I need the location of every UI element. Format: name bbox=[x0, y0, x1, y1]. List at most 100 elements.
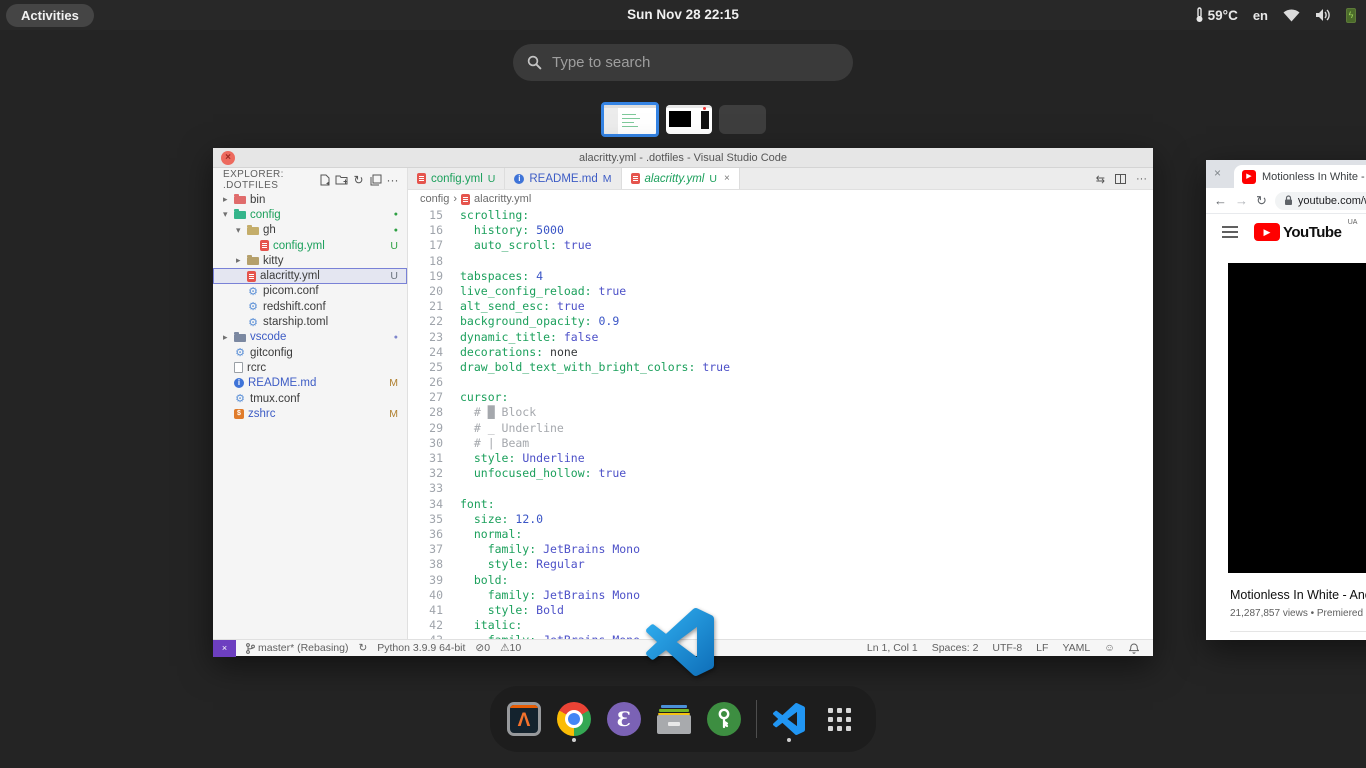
code-line-36[interactable]: 36 normal: bbox=[408, 527, 1153, 542]
twistie-icon[interactable]: ▾ bbox=[223, 209, 234, 220]
code-line-41[interactable]: 41 style: Bold bbox=[408, 603, 1153, 618]
code-line-32[interactable]: 32 unfocused_hollow: true bbox=[408, 466, 1153, 481]
refresh-icon[interactable]: ↻ bbox=[350, 172, 367, 189]
editor-tab-config.yml[interactable]: config.ymlU bbox=[408, 168, 505, 189]
dock-icon-chrome[interactable] bbox=[556, 698, 592, 740]
vscode-window[interactable]: × alacritty.yml - .dotfiles - Visual Stu… bbox=[213, 148, 1153, 656]
code-line-28[interactable]: 28 # █ Block bbox=[408, 405, 1153, 420]
code-line-38[interactable]: 38 style: Regular bbox=[408, 557, 1153, 572]
clock[interactable]: Sun Nov 28 22:15 bbox=[0, 0, 1366, 30]
code-line-25[interactable]: 25draw_bold_text_with_bright_colors: tru… bbox=[408, 360, 1153, 375]
explorer-item-bin[interactable]: ▸bin bbox=[213, 192, 407, 207]
code-line-27[interactable]: 27cursor: bbox=[408, 390, 1153, 405]
code-editor[interactable]: 15scrolling:16 history: 500017 auto_scro… bbox=[408, 208, 1153, 639]
twistie-icon[interactable]: ▸ bbox=[223, 194, 234, 205]
overview-search-bar[interactable]: Type to search bbox=[513, 44, 853, 81]
code-line-17[interactable]: 17 auto_scroll: true bbox=[408, 238, 1153, 253]
remote-indicator[interactable]: × bbox=[213, 640, 236, 657]
code-line-31[interactable]: 31 style: Underline bbox=[408, 451, 1153, 466]
chrome-window[interactable]: × ▶ Motionless In White - A ← → ↻ youtub… bbox=[1206, 160, 1366, 640]
split-editor-icon[interactable] bbox=[1115, 174, 1126, 184]
explorer-item-kitty[interactable]: ▸kitty bbox=[213, 253, 407, 268]
code-line-24[interactable]: 24decorations: none bbox=[408, 345, 1153, 360]
dock-icon-vscode[interactable] bbox=[771, 698, 807, 740]
editor-tab-alacritty.yml[interactable]: alacritty.ymlU× bbox=[622, 168, 740, 189]
video-player[interactable] bbox=[1228, 263, 1366, 573]
code-line-22[interactable]: 22background_opacity: 0.9 bbox=[408, 314, 1153, 329]
twistie-icon[interactable]: ▸ bbox=[223, 332, 234, 343]
status-item-bell[interactable] bbox=[1129, 643, 1139, 654]
dock-icon-app-grid[interactable] bbox=[821, 698, 857, 740]
explorer-item-picom.conf[interactable]: ⚙picom.conf bbox=[213, 284, 407, 299]
dock-icon-alacritty[interactable]: Λ bbox=[506, 698, 542, 740]
code-line-15[interactable]: 15scrolling: bbox=[408, 208, 1153, 223]
youtube-logo[interactable]: ▶ YouTube UA bbox=[1254, 223, 1341, 241]
explorer-item-alacritty.yml[interactable]: alacritty.ymlU bbox=[213, 268, 407, 283]
status-item-master* (Rebasing)[interactable]: master* (Rebasing) bbox=[246, 642, 348, 654]
breadcrumb[interactable]: config › alacritty.yml bbox=[408, 190, 1153, 208]
explorer-item-gh[interactable]: ▾gh● bbox=[213, 223, 407, 238]
code-line-39[interactable]: 39 bold: bbox=[408, 573, 1153, 588]
menu-icon[interactable] bbox=[1222, 226, 1238, 238]
code-line-37[interactable]: 37 family: JetBrains Mono bbox=[408, 542, 1153, 557]
status-item-feedback[interactable]: ☺ bbox=[1104, 642, 1115, 654]
forward-button[interactable]: → bbox=[1235, 193, 1248, 208]
explorer-item-README.md[interactable]: iREADME.mdM bbox=[213, 376, 407, 391]
explorer-item-starship.toml[interactable]: ⚙starship.toml bbox=[213, 314, 407, 329]
dock-icon-emacs[interactable]: Ɛ bbox=[606, 698, 642, 740]
twistie-icon[interactable]: ▾ bbox=[236, 225, 247, 236]
editor-tab-README.md[interactable]: iREADME.mdM bbox=[505, 168, 621, 189]
explorer-item-zshrc[interactable]: $zshrcM bbox=[213, 406, 407, 421]
status-item-UTF-8[interactable]: UTF-8 bbox=[992, 642, 1022, 654]
code-line-21[interactable]: 21alt_send_esc: true bbox=[408, 299, 1153, 314]
code-line-34[interactable]: 34font: bbox=[408, 497, 1153, 512]
code-line-18[interactable]: 18 bbox=[408, 254, 1153, 269]
collapse-folders-icon[interactable] bbox=[367, 172, 384, 189]
new-folder-icon[interactable] bbox=[333, 172, 350, 189]
code-line-16[interactable]: 16 history: 5000 bbox=[408, 223, 1153, 238]
explorer-item-config.yml[interactable]: config.ymlU bbox=[213, 238, 407, 253]
system-indicators[interactable]: 59°C en ϟ bbox=[1195, 0, 1356, 30]
workspace-thumbnail-browser[interactable] bbox=[666, 105, 712, 134]
status-item-0[interactable]: ⊘0 bbox=[475, 642, 490, 654]
workspace-thumbnail-active[interactable] bbox=[601, 102, 659, 137]
status-item-YAML[interactable]: YAML bbox=[1062, 642, 1090, 654]
breadcrumb-file[interactable]: alacritty.yml bbox=[474, 193, 531, 205]
editor-more-actions-icon[interactable]: ··· bbox=[1136, 173, 1147, 185]
status-item-LF[interactable]: LF bbox=[1036, 642, 1048, 654]
browser-tab[interactable]: ▶ Motionless In White - A bbox=[1234, 165, 1366, 188]
workspace-thumbnail-empty[interactable] bbox=[719, 105, 766, 134]
keyboard-layout[interactable]: en bbox=[1253, 8, 1268, 23]
code-line-23[interactable]: 23dynamic_title: false bbox=[408, 330, 1153, 345]
tab-close-icon[interactable]: × bbox=[1214, 166, 1221, 180]
explorer-item-tmux.conf[interactable]: ⚙tmux.conf bbox=[213, 391, 407, 406]
code-line-29[interactable]: 29 # _ Underline bbox=[408, 421, 1153, 436]
twistie-icon[interactable]: ▸ bbox=[236, 255, 247, 266]
explorer-item-config[interactable]: ▾config● bbox=[213, 207, 407, 222]
status-item-sync[interactable]: ↻ bbox=[358, 642, 367, 654]
code-line-19[interactable]: 19tabspaces: 4 bbox=[408, 269, 1153, 284]
explorer-item-rcrc[interactable]: rcrc bbox=[213, 360, 407, 375]
code-line-20[interactable]: 20live_config_reload: true bbox=[408, 284, 1153, 299]
status-item-Python 3.9.9 64-bit[interactable]: Python 3.9.9 64-bit bbox=[377, 642, 465, 654]
open-changes-icon[interactable]: ⇆ bbox=[1096, 173, 1105, 186]
status-item-Spaces: 2[interactable]: Spaces: 2 bbox=[932, 642, 979, 654]
address-bar[interactable]: youtube.com/wa bbox=[1275, 192, 1366, 210]
code-line-30[interactable]: 30 # | Beam bbox=[408, 436, 1153, 451]
reload-button[interactable]: ↻ bbox=[1256, 193, 1267, 209]
breadcrumb-folder[interactable]: config bbox=[420, 193, 449, 205]
explorer-item-gitconfig[interactable]: ⚙gitconfig bbox=[213, 345, 407, 360]
code-line-40[interactable]: 40 family: JetBrains Mono bbox=[408, 588, 1153, 603]
code-line-33[interactable]: 33 bbox=[408, 481, 1153, 496]
back-button[interactable]: ← bbox=[1214, 193, 1227, 208]
status-item-Ln 1, Col 1[interactable]: Ln 1, Col 1 bbox=[867, 642, 918, 654]
tab-close-icon[interactable]: × bbox=[724, 173, 730, 184]
dock-icon-files[interactable] bbox=[656, 698, 692, 740]
code-line-26[interactable]: 26 bbox=[408, 375, 1153, 390]
new-file-icon[interactable] bbox=[316, 172, 333, 189]
code-line-42[interactable]: 42 italic: bbox=[408, 618, 1153, 633]
explorer-item-vscode[interactable]: ▸vscode● bbox=[213, 330, 407, 345]
vscode-app-icon-badge[interactable] bbox=[646, 608, 714, 676]
explorer-item-redshift.conf[interactable]: ⚙redshift.conf bbox=[213, 299, 407, 314]
status-item-10[interactable]: ⚠10 bbox=[500, 642, 521, 654]
